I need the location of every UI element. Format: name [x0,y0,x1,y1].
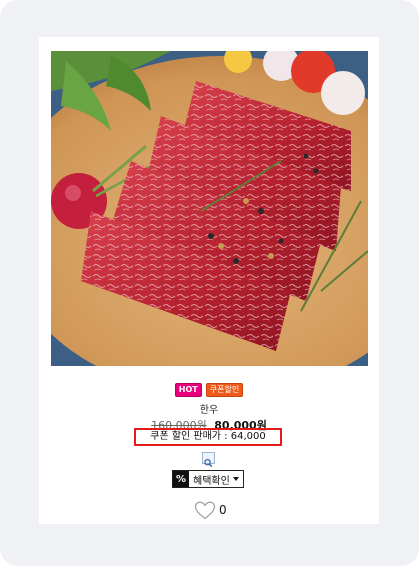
product-badges: HOT 쿠폰할인 [39,383,379,397]
like-count: 0 [219,503,227,517]
zoom-button[interactable] [202,452,215,467]
percent-icon: % [173,471,189,487]
like-button[interactable]: 0 [194,500,227,520]
caret-down-icon [232,477,239,481]
coupon-price: 쿠폰 할인 판매가 : 64,000 [134,428,282,446]
product-name[interactable]: 한우 [39,401,379,416]
benefit-label: 혜택확인 [193,475,230,487]
benefit-dropdown[interactable]: % 혜택확인 [172,470,244,488]
benefit-label-wrap: 혜택확인 [189,471,243,487]
hot-badge: HOT [174,383,202,397]
product-photo-illustration [51,51,368,366]
coupon-badge: 쿠폰할인 [205,383,244,397]
page-background: HOT 쿠폰할인 한우 160,000원 80,000원 쿠폰 할인 판매가 :… [0,0,419,566]
zoom-icon [204,458,213,467]
product-card: HOT 쿠폰할인 한우 160,000원 80,000원 쿠폰 할인 판매가 :… [39,37,379,524]
heart-icon [194,501,216,519]
product-image[interactable] [51,51,368,366]
